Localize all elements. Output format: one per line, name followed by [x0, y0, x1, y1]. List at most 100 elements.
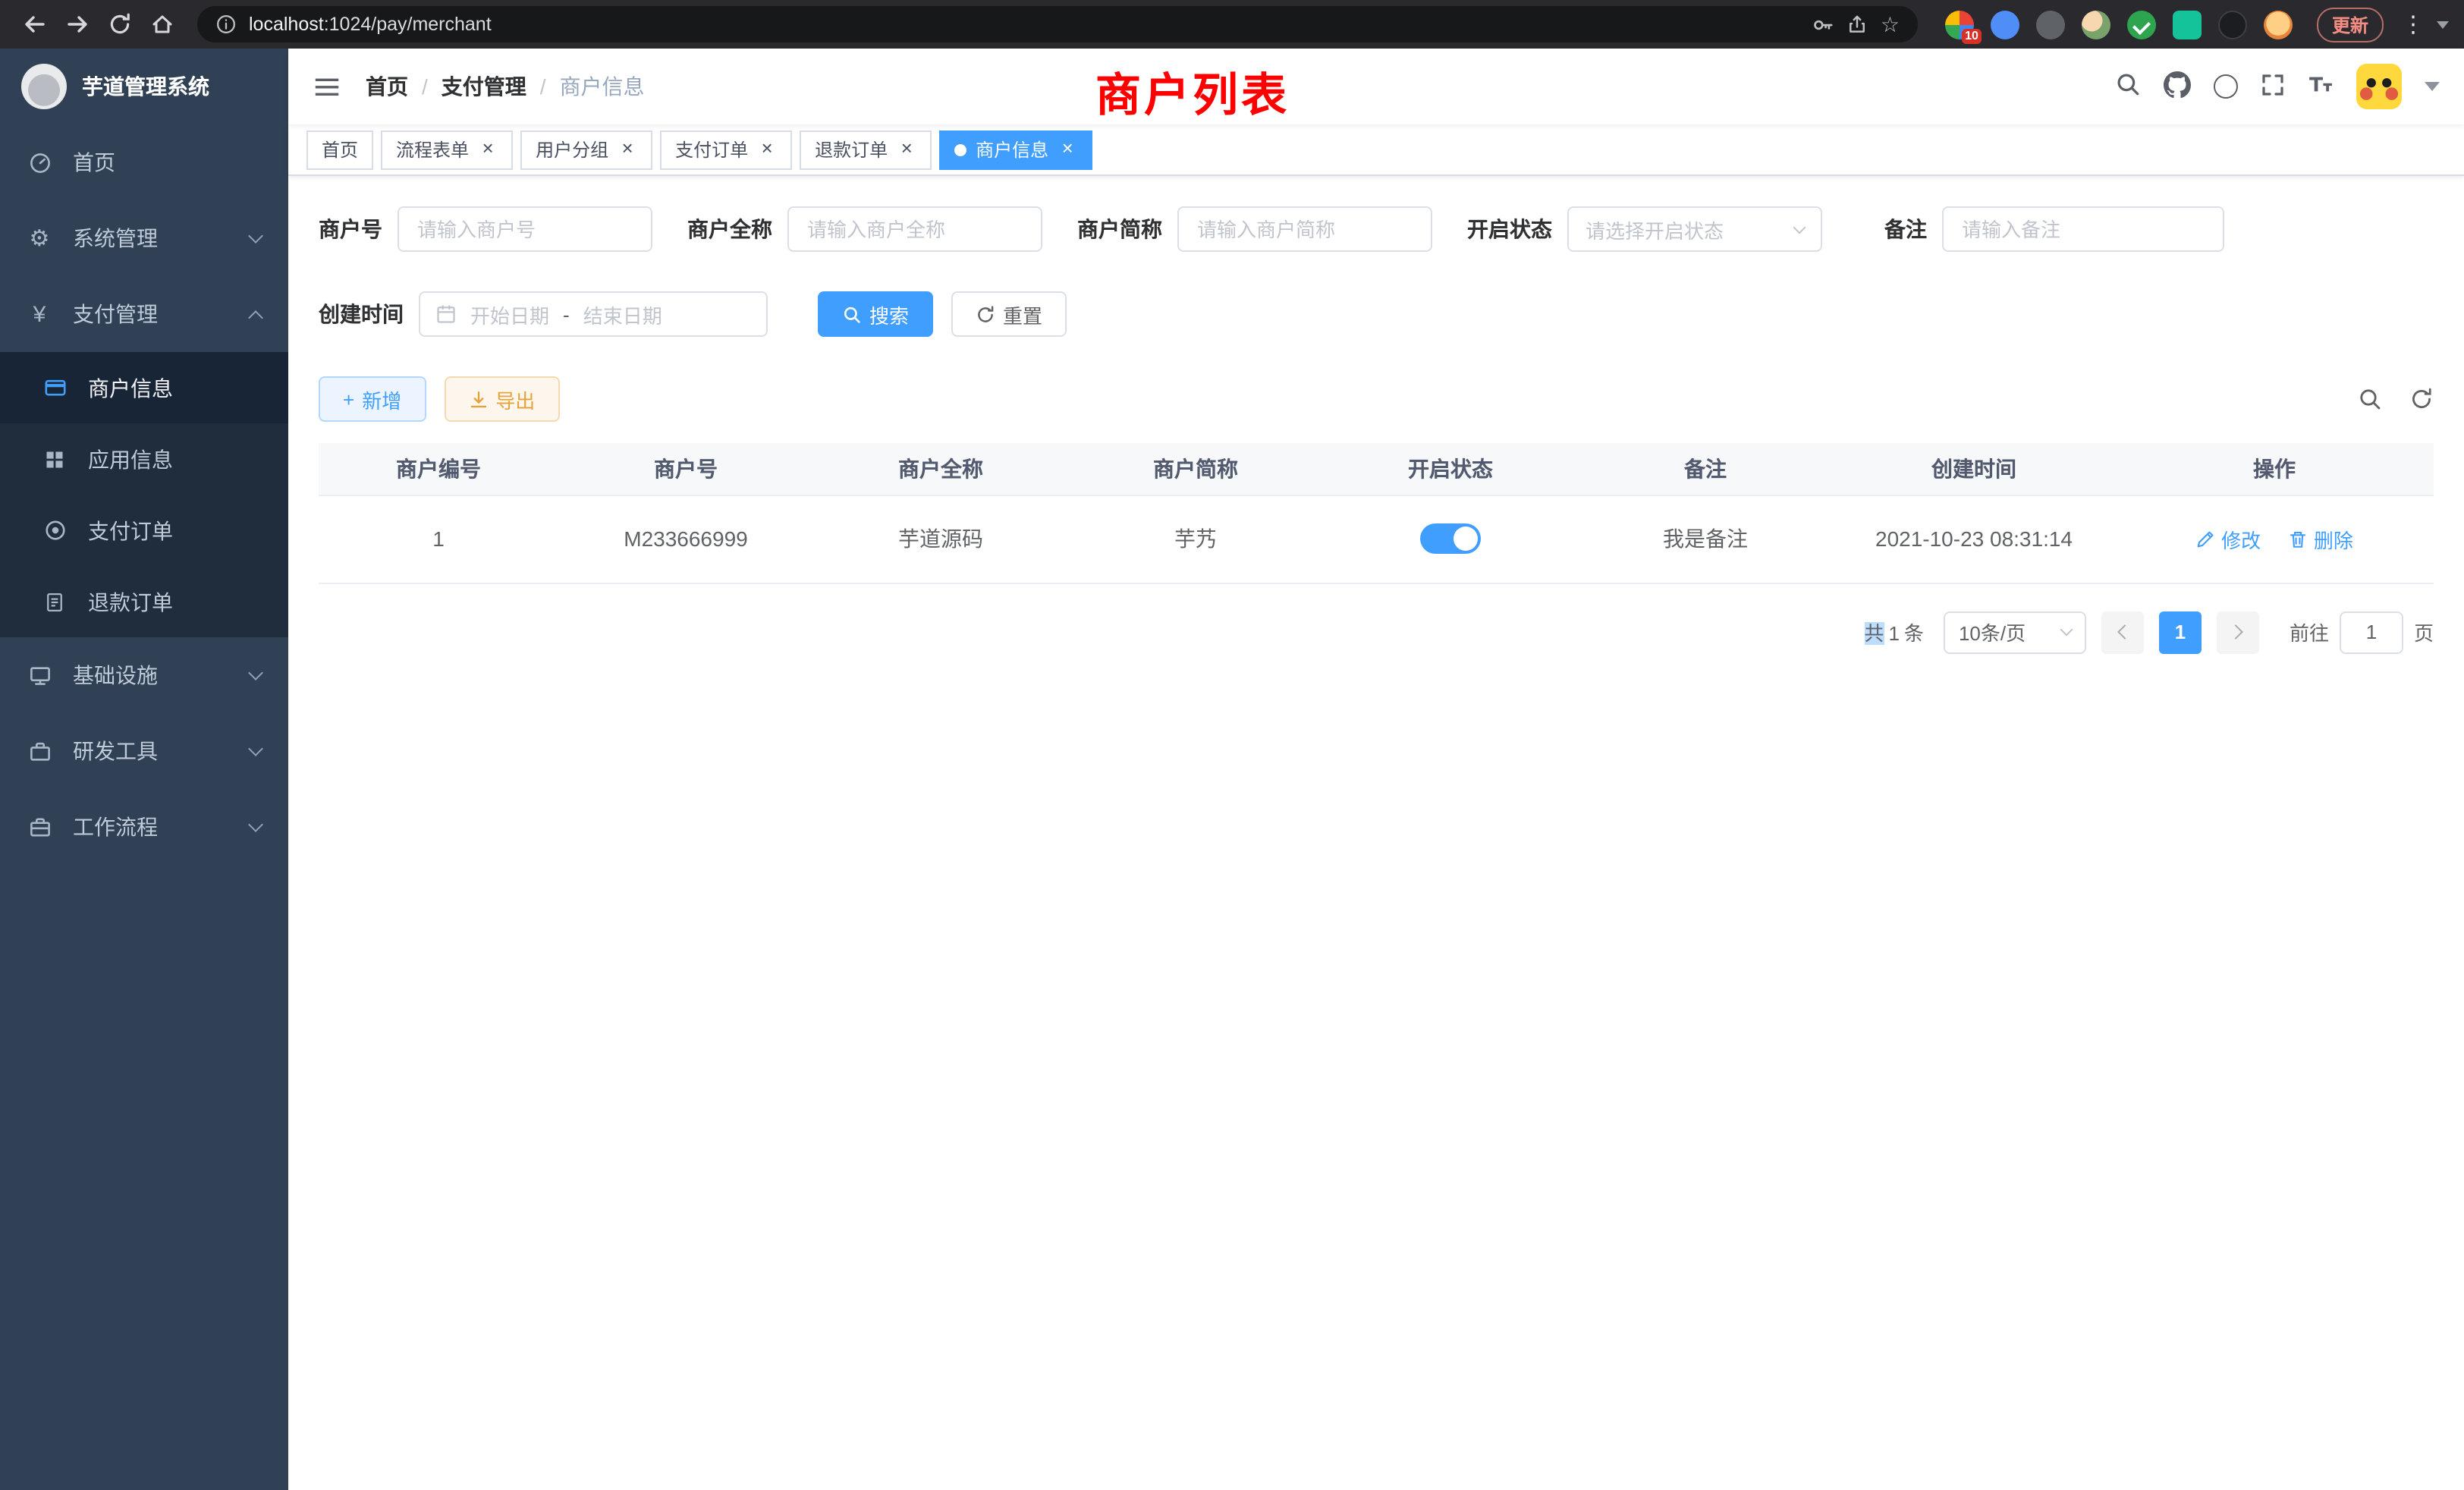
- sidebar-item-home[interactable]: 首页: [0, 124, 288, 200]
- filter-row-1: 商户号 商户全称 商户简称 开启状态 请选择开启状态: [319, 206, 2434, 252]
- table-row: 1 M233666999 芋道源码 芋艿 我是备注 2021-10-23 08:…: [319, 495, 2434, 583]
- add-button[interactable]: + 新增: [319, 376, 426, 422]
- search-button[interactable]: 搜索: [818, 291, 933, 337]
- browser-menu-icon[interactable]: ⋮: [2396, 11, 2431, 38]
- refresh-table-icon[interactable]: [2409, 387, 2434, 411]
- hamburger-icon[interactable]: [313, 72, 341, 101]
- short-name-input[interactable]: [1177, 206, 1432, 252]
- chevron-up-icon: [248, 310, 263, 325]
- password-key-icon[interactable]: [1812, 13, 1835, 36]
- extension-icon[interactable]: [2173, 10, 2202, 39]
- date-range-picker[interactable]: 开始日期 - 结束日期: [419, 291, 768, 337]
- page-1-button[interactable]: 1: [2159, 611, 2202, 653]
- cell-remark: 我是备注: [1578, 495, 1833, 583]
- sidebar-item-workflow[interactable]: 工作流程: [0, 789, 288, 865]
- chevron-down-icon[interactable]: [2437, 20, 2449, 28]
- sidebar: 芋道管理系统 首页 ⚙ 系统管理 ¥ 支付管理: [0, 49, 288, 1490]
- briefcase-icon: [27, 815, 52, 839]
- reload-button[interactable]: [100, 5, 140, 44]
- extension-icon[interactable]: [2127, 10, 2156, 39]
- browser-update-button[interactable]: 更新: [2317, 7, 2384, 42]
- col-merchant-no: 商户号: [558, 443, 813, 495]
- sidebar-item-devtools[interactable]: 研发工具: [0, 713, 288, 789]
- sidebar-subitem-app-info[interactable]: 应用信息: [0, 423, 288, 495]
- active-dot: [954, 143, 966, 156]
- search-icon[interactable]: [2115, 71, 2141, 102]
- profile-avatar-icon[interactable]: [2264, 10, 2293, 39]
- share-icon[interactable]: [1847, 14, 1868, 35]
- close-icon[interactable]: ×: [897, 140, 916, 159]
- extension-icon[interactable]: 10: [1945, 10, 1974, 39]
- chevron-down-icon[interactable]: [2425, 82, 2440, 91]
- sidebar-subitem-refund-order[interactable]: 退款订单: [0, 566, 288, 637]
- close-icon[interactable]: ×: [1058, 140, 1077, 159]
- bookmark-star-icon[interactable]: ☆: [1881, 14, 1900, 35]
- reset-button[interactable]: 重置: [951, 291, 1067, 337]
- col-remark: 备注: [1578, 443, 1833, 495]
- navbar-actions: [2115, 64, 2440, 109]
- cell-status: [1323, 495, 1578, 583]
- next-page-button[interactable]: [2217, 611, 2259, 653]
- breadcrumb-home[interactable]: 首页: [366, 71, 408, 102]
- close-icon[interactable]: ×: [757, 140, 777, 159]
- extension-icon[interactable]: [2218, 10, 2247, 39]
- extension-badge: 10: [1962, 28, 1982, 43]
- full-name-input[interactable]: [787, 206, 1042, 252]
- tab-pay-order[interactable]: 支付订单 ×: [660, 130, 792, 169]
- tab-user-group[interactable]: 用户分组 ×: [520, 130, 652, 169]
- extension-icon[interactable]: [1991, 10, 2019, 39]
- breadcrumb-payment[interactable]: 支付管理: [442, 71, 526, 102]
- sidebar-item-infrastructure[interactable]: 基础设施: [0, 637, 288, 713]
- cell-actions: 修改 删除: [2115, 495, 2434, 583]
- merchant-no-input[interactable]: [398, 206, 652, 252]
- home-button[interactable]: [143, 5, 182, 44]
- url-bar[interactable]: localhost:1024/pay/merchant ☆: [197, 6, 1918, 42]
- show-search-icon[interactable]: [2358, 387, 2382, 411]
- filter-short-name: 商户简称: [1077, 206, 1432, 252]
- github-icon[interactable]: [2164, 71, 2191, 102]
- screen: localhost:1024/pay/merchant ☆ 10 更新 ⋮: [0, 0, 2464, 1490]
- sidebar-subitem-merchant-info[interactable]: 商户信息: [0, 352, 288, 423]
- filter-remark: 备注: [1884, 206, 2224, 252]
- tab-home[interactable]: 首页: [306, 130, 373, 169]
- fullscreen-icon[interactable]: [2261, 72, 2285, 101]
- close-icon[interactable]: ×: [478, 140, 498, 159]
- sidebar-item-system[interactable]: ⚙ 系统管理: [0, 200, 288, 276]
- table-toolbar: + 新增 导出: [319, 376, 2434, 422]
- date-separator: -: [563, 303, 570, 325]
- sidebar-subitem-pay-order[interactable]: 支付订单: [0, 495, 288, 566]
- app-logo[interactable]: 芋道管理系统: [0, 49, 288, 124]
- extension-icon[interactable]: [2082, 10, 2110, 39]
- chevron-down-icon: [248, 665, 263, 681]
- edit-button[interactable]: 修改: [2195, 524, 2261, 553]
- user-avatar[interactable]: [2356, 64, 2402, 109]
- close-icon[interactable]: ×: [618, 140, 637, 159]
- breadcrumb: 首页 / 支付管理 / 商户信息: [366, 71, 645, 102]
- delete-button[interactable]: 删除: [2288, 524, 2353, 553]
- goto-page-input[interactable]: [2340, 611, 2403, 653]
- status-select[interactable]: 请选择开启状态: [1567, 206, 1822, 252]
- tab-merchant-info[interactable]: 商户信息 ×: [939, 130, 1092, 169]
- site-info-icon[interactable]: [215, 14, 237, 35]
- filter-merchant-no: 商户号: [319, 206, 652, 252]
- font-size-icon[interactable]: [2308, 71, 2334, 102]
- chevron-down-icon: [248, 741, 263, 756]
- browser-toolbar: localhost:1024/pay/merchant ☆ 10 更新 ⋮: [0, 0, 2464, 49]
- reload-icon: [108, 12, 132, 36]
- logo-image: [21, 64, 67, 109]
- back-button[interactable]: [15, 5, 55, 44]
- extension-icon[interactable]: [2036, 10, 2065, 39]
- tab-process-form[interactable]: 流程表单 ×: [381, 130, 513, 169]
- page-size-select[interactable]: 10条/页: [1944, 611, 2086, 653]
- forward-button[interactable]: [58, 5, 97, 44]
- chevron-down-icon: [248, 228, 263, 244]
- export-button[interactable]: 导出: [444, 376, 559, 422]
- toolbox-icon: [27, 739, 52, 763]
- tab-refund-order[interactable]: 退款订单 ×: [800, 130, 932, 169]
- status-toggle[interactable]: [1420, 523, 1481, 554]
- prev-page-button[interactable]: [2101, 611, 2144, 653]
- help-icon[interactable]: [2214, 74, 2238, 99]
- remark-input[interactable]: [1942, 206, 2224, 252]
- sidebar-item-payment[interactable]: ¥ 支付管理: [0, 276, 288, 352]
- calendar-icon: [435, 303, 457, 325]
